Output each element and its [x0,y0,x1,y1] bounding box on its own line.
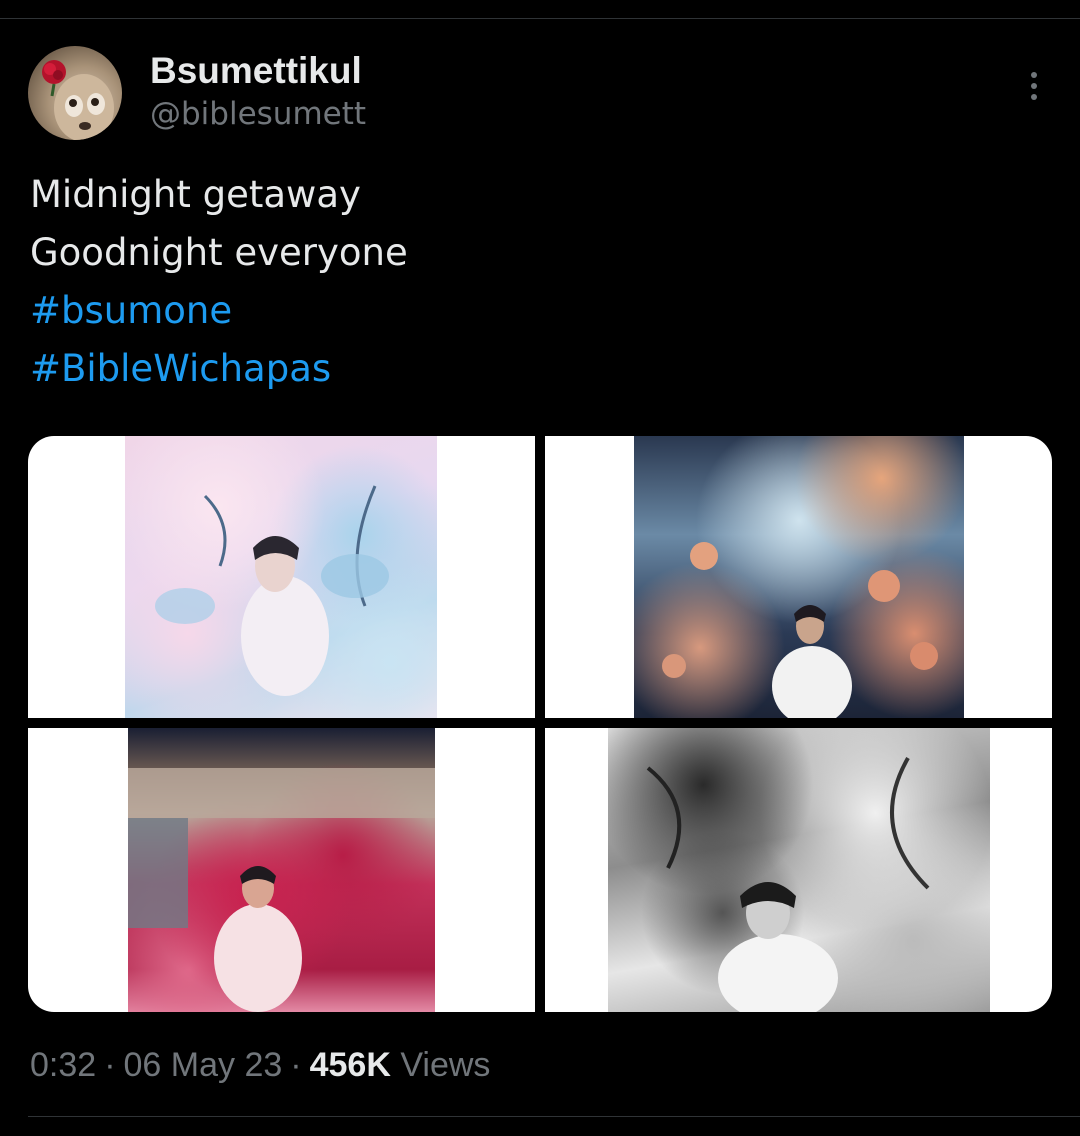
tweet-date[interactable]: 06 May 23 [124,1046,283,1084]
media-photo-3[interactable] [28,728,535,1012]
views-count[interactable]: 456K [310,1046,391,1084]
media-photo-4[interactable] [545,728,1052,1012]
author-avatar[interactable] [28,46,122,140]
photo-orange-blossoms-portrait-icon [634,436,964,718]
photo-pastel-flowers-portrait-icon [125,436,437,718]
tweet-meta: 0:32 · 06 May 23 · 456K Views [30,1046,490,1085]
meta-separator: · [104,1046,116,1084]
media-grid [28,436,1052,1012]
dog-with-rose-avatar-icon [42,60,114,140]
meta-separator: · [290,1046,302,1084]
bottom-divider [28,1116,1080,1117]
views-label: Views [400,1046,491,1084]
more-options-button[interactable] [1014,66,1054,106]
tweet-time[interactable]: 0:32 [30,1046,96,1084]
author-handle[interactable]: @biblesumett [150,96,366,132]
tweet-line: Midnight getaway [30,173,361,216]
tweet-text: Midnight getaway Goodnight everyone #bsu… [30,166,408,398]
hashtag-link[interactable]: #bsumone [30,282,408,340]
photo-red-foliage-building-portrait-icon [128,728,435,1012]
tweet-line: Goodnight everyone [30,231,408,274]
media-photo-2[interactable] [545,436,1052,718]
photo-monochrome-leaves-portrait-icon [608,728,990,1012]
author-display-name[interactable]: Bsumettikul [150,50,362,92]
top-divider [0,18,1080,19]
media-photo-1[interactable] [28,436,535,718]
hashtag-link[interactable]: #BibleWichapas [30,340,408,398]
